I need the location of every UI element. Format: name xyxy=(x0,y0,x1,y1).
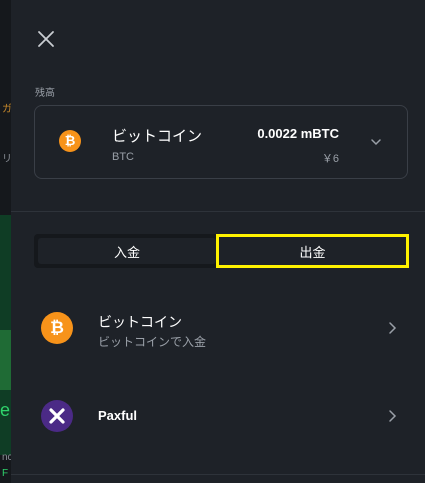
balance-label: 残高 xyxy=(35,88,55,99)
background-text-fragment: ガ xyxy=(2,104,11,115)
background-text-fragment: nc xyxy=(2,452,11,463)
background-text-fragment: e xyxy=(0,400,11,420)
bitcoin-icon: ₿ xyxy=(41,312,73,344)
chevron-right-icon xyxy=(389,410,397,422)
balance-fiat: ￥6 xyxy=(321,153,339,165)
background-page: ガ リ e nc F xyxy=(0,0,11,483)
transaction-tabs: 入金 出金 xyxy=(34,234,409,268)
divider xyxy=(11,474,425,475)
tab-withdraw[interactable]: 出金 xyxy=(216,234,409,268)
background-green-button xyxy=(0,330,11,390)
method-title: ビットコイン xyxy=(98,314,182,330)
divider xyxy=(11,211,425,212)
background-text-fragment: F xyxy=(2,468,9,479)
close-button[interactable] xyxy=(35,28,57,50)
paxful-icon xyxy=(41,400,73,432)
method-title: Paxful xyxy=(98,408,138,423)
method-subtitle: ビットコインで入金 xyxy=(98,335,207,349)
currency-name: ビットコイン xyxy=(112,128,203,145)
bitcoin-icon: ₿ xyxy=(59,130,81,152)
payment-method-paxful[interactable]: Paxful xyxy=(11,388,425,444)
currency-selector[interactable]: ₿ ビットコイン BTC 0.0022 mBTC ￥6 xyxy=(34,105,408,179)
chevron-right-icon xyxy=(389,322,397,334)
close-icon xyxy=(38,31,54,47)
payment-method-bitcoin[interactable]: ₿ ビットコイン ビットコインで入金 xyxy=(11,300,425,356)
chevron-down-icon xyxy=(371,139,381,146)
wallet-panel: 残高 ₿ ビットコイン BTC 0.0022 mBTC ￥6 入金 出金 ₿ ビ… xyxy=(11,0,425,483)
currency-symbol: BTC xyxy=(112,151,134,163)
tab-deposit[interactable]: 入金 xyxy=(38,238,216,264)
balance-amount: 0.0022 mBTC xyxy=(257,126,339,141)
background-text-fragment: リ xyxy=(2,154,11,165)
